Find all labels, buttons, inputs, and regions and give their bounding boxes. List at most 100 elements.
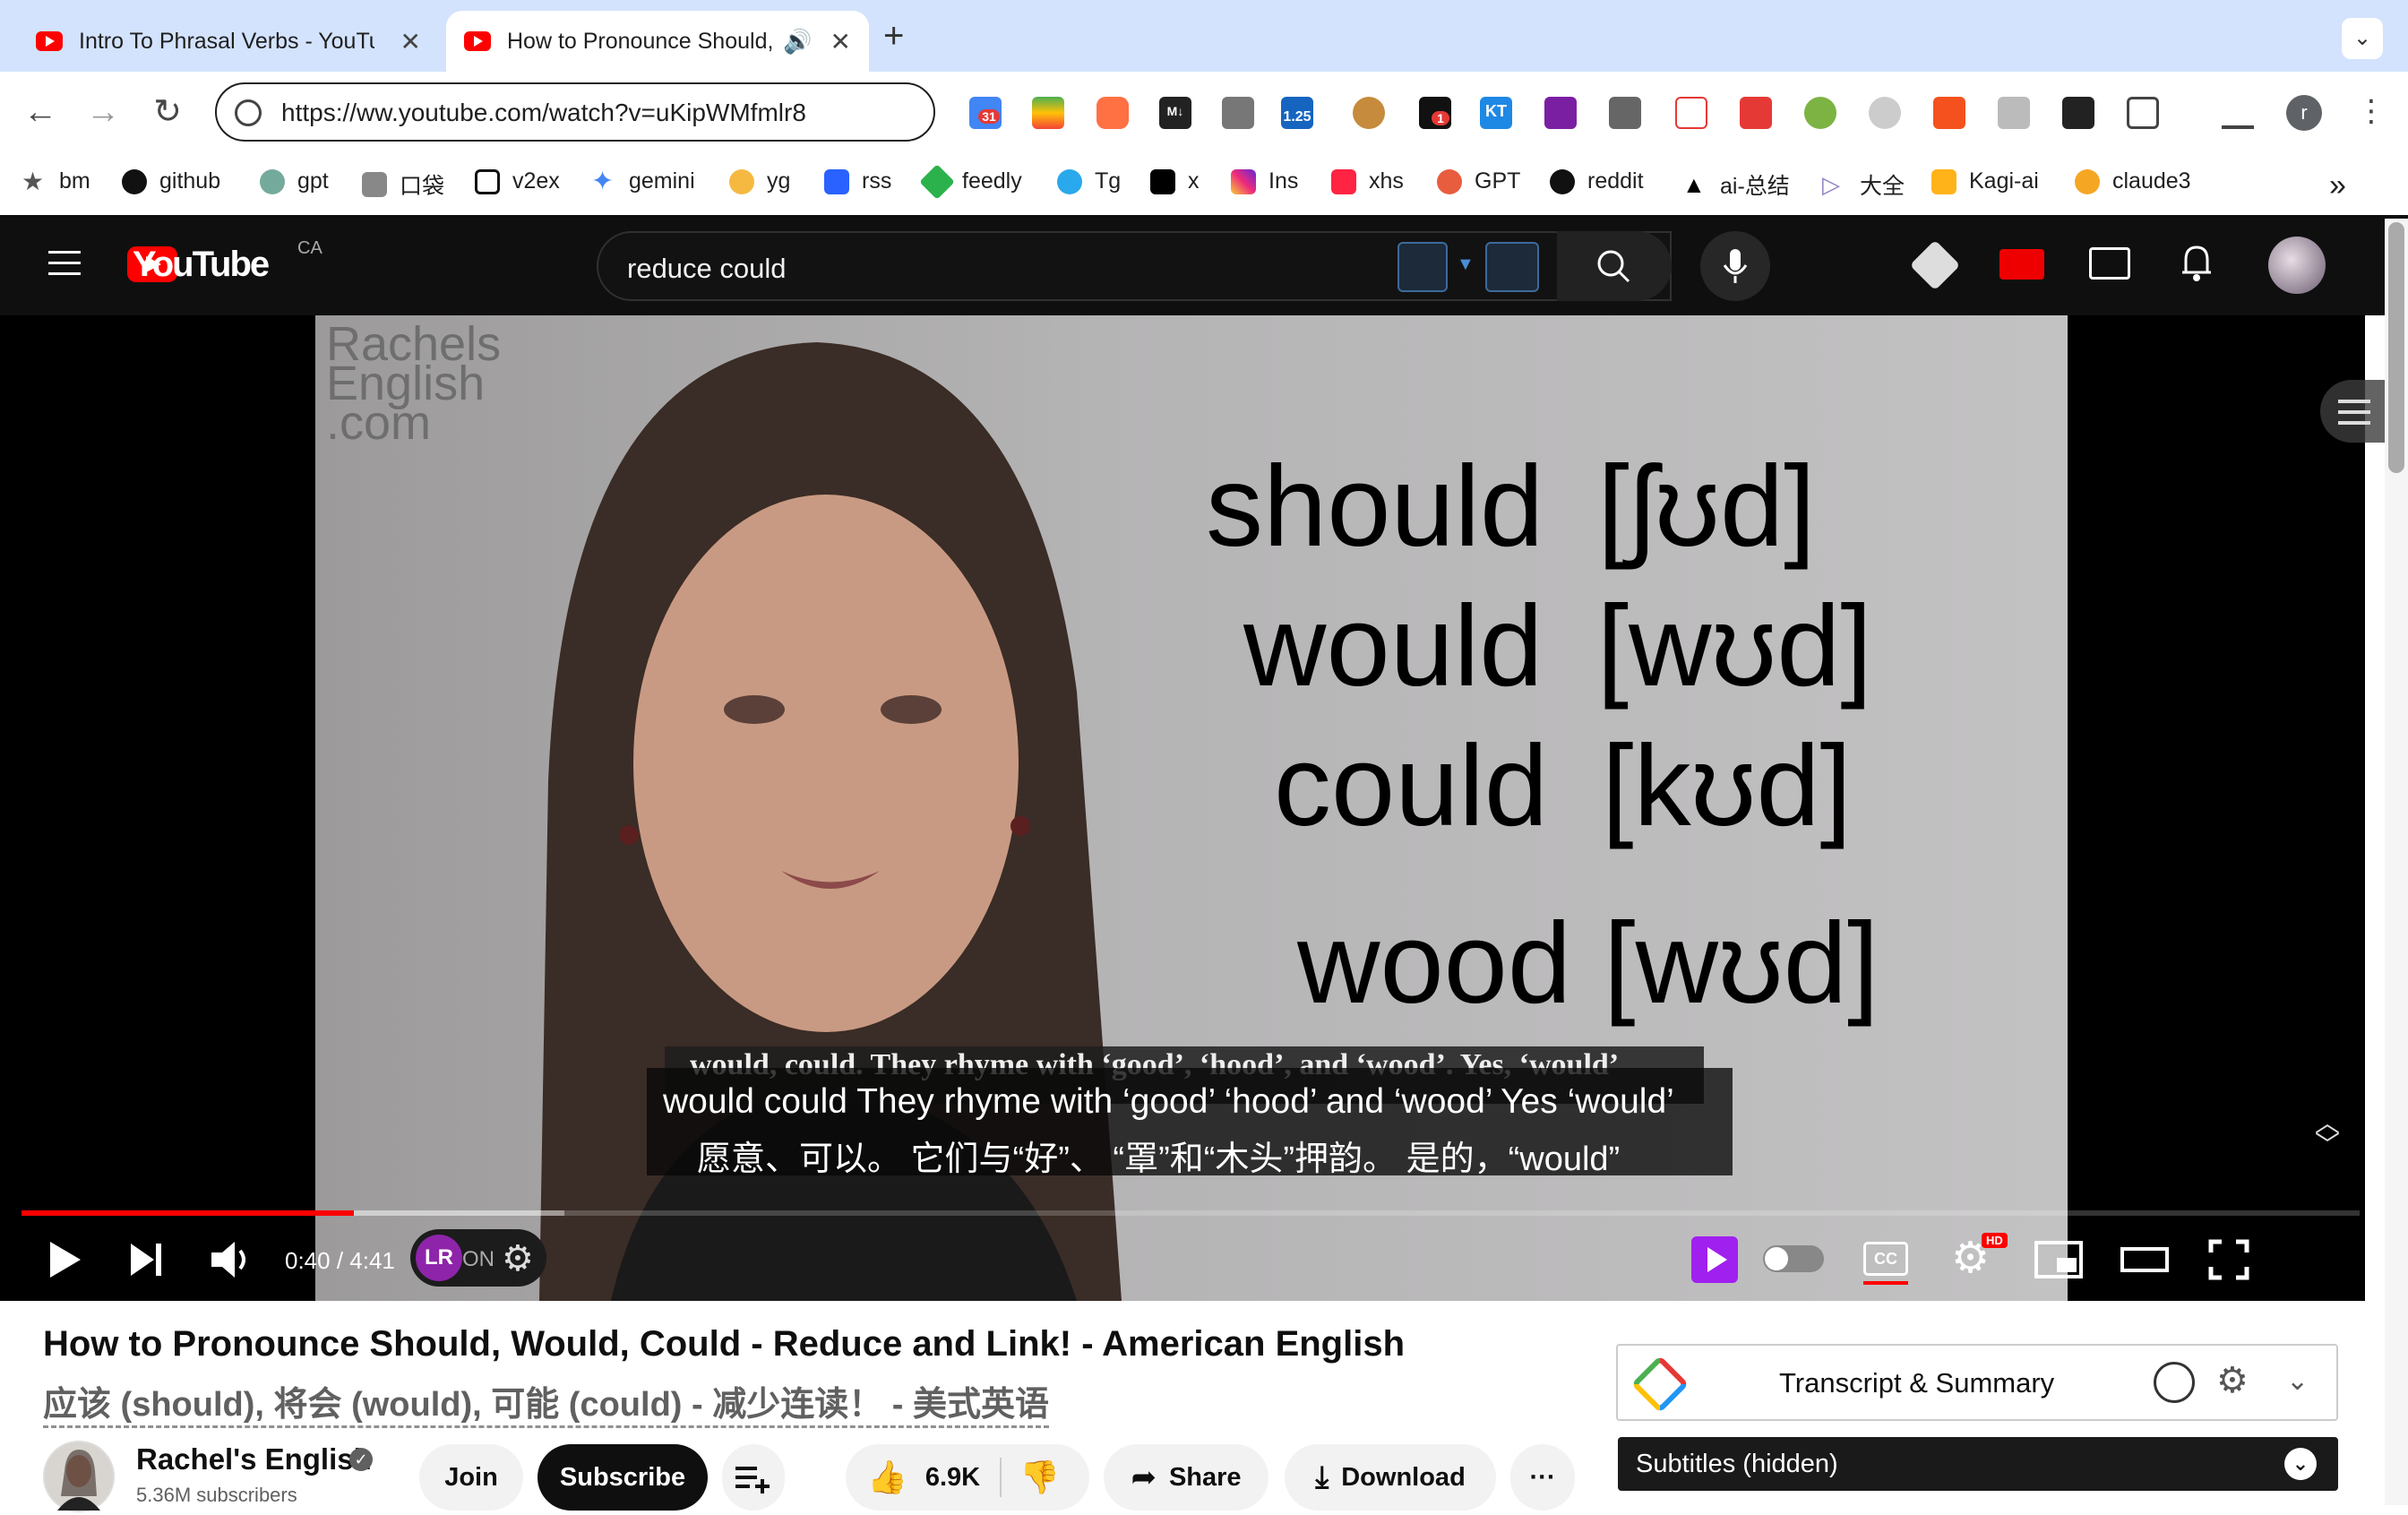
notif-extension-icon[interactable]: 1 bbox=[1419, 97, 1451, 129]
subscribe-button[interactable]: Subscribe bbox=[538, 1444, 708, 1511]
fullscreen-icon[interactable] bbox=[2207, 1238, 2250, 1281]
bookmark-ai-summary[interactable]: ▲ ai-总结 bbox=[1682, 168, 1790, 201]
page-scrollbar[interactable] bbox=[2385, 219, 2408, 1505]
download-extension-icon[interactable] bbox=[1222, 97, 1254, 129]
media-control-icon[interactable] bbox=[2222, 97, 2254, 129]
notifications-bell-icon[interactable] bbox=[2179, 242, 2214, 283]
bookmarks-overflow-button[interactable]: » bbox=[2329, 168, 2346, 203]
bookmark-xhs[interactable]: xhs bbox=[1331, 168, 1404, 194]
bookmark-gemini[interactable]: ✦ gemini bbox=[591, 168, 695, 194]
stop-extension-icon[interactable] bbox=[1933, 97, 1965, 129]
like-count[interactable]: 6.9K bbox=[925, 1463, 980, 1493]
sheets-extension-icon[interactable] bbox=[1032, 97, 1064, 129]
subtitle-position-arrows-icon[interactable]: ︿ ﹀ bbox=[2315, 1111, 2340, 1158]
channel-name[interactable]: Rachel's English bbox=[136, 1442, 372, 1476]
search-button[interactable] bbox=[1557, 231, 1672, 301]
thumbs-up-icon[interactable]: 👍 bbox=[867, 1459, 907, 1496]
bookmark-rss[interactable]: rss bbox=[824, 168, 891, 194]
language-reactor-toggle[interactable]: LR ON ⚙ bbox=[410, 1229, 546, 1287]
miniplayer-icon[interactable] bbox=[2034, 1240, 2084, 1279]
pause-extension-icon[interactable] bbox=[1804, 97, 1836, 129]
bookmark-feedly[interactable]: feedly bbox=[919, 163, 1022, 200]
autoplay-toggle[interactable] bbox=[1763, 1245, 1824, 1272]
tab-intro-phrasal-verbs[interactable]: Intro To Phrasal Verbs - YouTube ✕ bbox=[18, 11, 439, 72]
bookmark-gpt[interactable]: gpt bbox=[260, 168, 329, 194]
menu-kebab-icon[interactable]: ⋮ bbox=[2356, 93, 2386, 129]
bookmark-daquan[interactable]: ▷ 大全 bbox=[1822, 168, 1905, 201]
volume-icon[interactable] bbox=[208, 1236, 254, 1283]
more-actions-button[interactable]: ··· bbox=[1510, 1444, 1575, 1511]
hamburger-menu-icon[interactable] bbox=[48, 251, 81, 278]
save-to-playlist-button[interactable] bbox=[722, 1444, 785, 1511]
chatgpt-icon[interactable] bbox=[2154, 1362, 2195, 1403]
new-tab-button[interactable]: + bbox=[883, 16, 904, 56]
bookmark-claude3[interactable]: claude3 bbox=[2075, 168, 2191, 194]
closed-captions-button[interactable]: CC bbox=[1863, 1242, 1908, 1276]
bookmark-bm[interactable]: ★ bm bbox=[22, 168, 90, 194]
folder-extension-icon[interactable] bbox=[1609, 97, 1641, 129]
join-button[interactable]: Join bbox=[419, 1444, 523, 1511]
back-button[interactable]: ← bbox=[20, 91, 61, 133]
bookmark-ins[interactable]: Ins bbox=[1231, 168, 1298, 194]
bookmark-reddit[interactable]: reddit bbox=[1550, 168, 1644, 194]
voice-search-button[interactable] bbox=[1700, 231, 1770, 301]
share-button[interactable]: ➦ Share bbox=[1104, 1444, 1268, 1511]
side-panel-handle[interactable] bbox=[2320, 380, 2385, 443]
purple-play-icon[interactable] bbox=[1691, 1236, 1738, 1283]
next-button[interactable] bbox=[125, 1238, 168, 1281]
channel-avatar[interactable] bbox=[43, 1441, 115, 1512]
tag-icon[interactable] bbox=[1909, 239, 1961, 291]
close-tab-icon[interactable]: ✕ bbox=[400, 27, 421, 56]
create-video-icon[interactable] bbox=[2089, 247, 2130, 280]
panel-settings-gear-icon[interactable]: ⚙ bbox=[2216, 1360, 2249, 1401]
extensions-puzzle-icon[interactable] bbox=[2127, 97, 2159, 129]
lr-settings-gear-icon[interactable]: ⚙ bbox=[502, 1238, 534, 1279]
bookmark-x[interactable]: x bbox=[1150, 168, 1200, 194]
bookmark-kagi[interactable]: Kagi-ai bbox=[1931, 168, 2039, 194]
kt-extension-icon[interactable]: KT bbox=[1480, 97, 1512, 129]
youtube-extension-icon[interactable] bbox=[1740, 97, 1772, 129]
cookie-extension-icon[interactable] bbox=[1353, 97, 1385, 129]
reload-button[interactable]: ↻ bbox=[147, 91, 188, 133]
close-tab-icon[interactable]: ✕ bbox=[830, 27, 851, 56]
dropdown-arrow-icon[interactable]: ▼ bbox=[1457, 254, 1475, 275]
search-input[interactable]: reduce could ▼ bbox=[597, 231, 1672, 301]
tab-how-to-pronounce[interactable]: How to Pronounce Should, Would, Could 🔊 … bbox=[446, 11, 869, 72]
thumbs-down-icon[interactable]: 👎 bbox=[1019, 1459, 1060, 1496]
calendar-extension-icon[interactable]: 31 bbox=[969, 97, 1002, 129]
eye-extension-icon[interactable] bbox=[1869, 97, 1901, 129]
blocked-extension-icon[interactable] bbox=[1675, 97, 1707, 129]
youtube-logo[interactable]: YouTube bbox=[127, 245, 270, 284]
translate-icon[interactable] bbox=[1398, 242, 1448, 292]
transcript-summary-panel[interactable]: Transcript & Summary ⚙ ⌄ bbox=[1616, 1344, 2338, 1421]
forward-button[interactable]: → bbox=[82, 91, 124, 133]
site-info-icon[interactable] bbox=[235, 99, 262, 126]
play-button[interactable] bbox=[43, 1238, 86, 1281]
speaker-icon[interactable]: 🔊 bbox=[783, 28, 812, 56]
purple-play-extension-icon[interactable] bbox=[1544, 97, 1577, 129]
bookmark-github[interactable]: github bbox=[122, 168, 220, 194]
theater-mode-icon[interactable] bbox=[2120, 1244, 2170, 1276]
subtitles-panel-header[interactable]: Subtitles (hidden) ⌄ bbox=[1618, 1437, 2338, 1491]
bookmark-yg[interactable]: yg bbox=[729, 168, 790, 194]
bookmark-gpt2[interactable]: GPT bbox=[1437, 168, 1520, 194]
bookmark-pocket[interactable]: 口袋 bbox=[362, 168, 444, 201]
stacked-extension-icon[interactable] bbox=[1096, 97, 1129, 129]
tab-search-button[interactable]: ⌄ bbox=[2342, 18, 2383, 59]
expand-chevron-icon[interactable]: ⌄ bbox=[2284, 1448, 2317, 1480]
account-avatar[interactable] bbox=[2268, 237, 2326, 294]
speed-extension-icon[interactable]: 1.25 bbox=[1281, 97, 1313, 129]
panel-chevron-down-icon[interactable]: ⌄ bbox=[2286, 1365, 2309, 1397]
address-bar[interactable]: https://ww.youtube.com/watch?v=uKipWMfml… bbox=[215, 82, 935, 142]
download-button[interactable]: ⤓ Download bbox=[1285, 1444, 1496, 1511]
bookmark-v2ex[interactable]: v2ex bbox=[475, 168, 560, 194]
bookmark-tg[interactable]: Tg bbox=[1057, 168, 1121, 194]
video-player[interactable]: Rachels English .com should [ʃʊd] would [w… bbox=[0, 315, 2385, 1301]
keyboard-extension-icon[interactable] bbox=[1998, 97, 2030, 129]
progress-bar[interactable] bbox=[22, 1210, 2360, 1216]
youtube-extension-icon[interactable] bbox=[2000, 249, 2044, 280]
cc-search-icon[interactable] bbox=[1485, 242, 1539, 292]
scrollbar-thumb[interactable] bbox=[2388, 222, 2404, 473]
cube-extension-icon[interactable] bbox=[2062, 97, 2094, 129]
markdown-extension-icon[interactable]: M↓ bbox=[1159, 97, 1191, 129]
